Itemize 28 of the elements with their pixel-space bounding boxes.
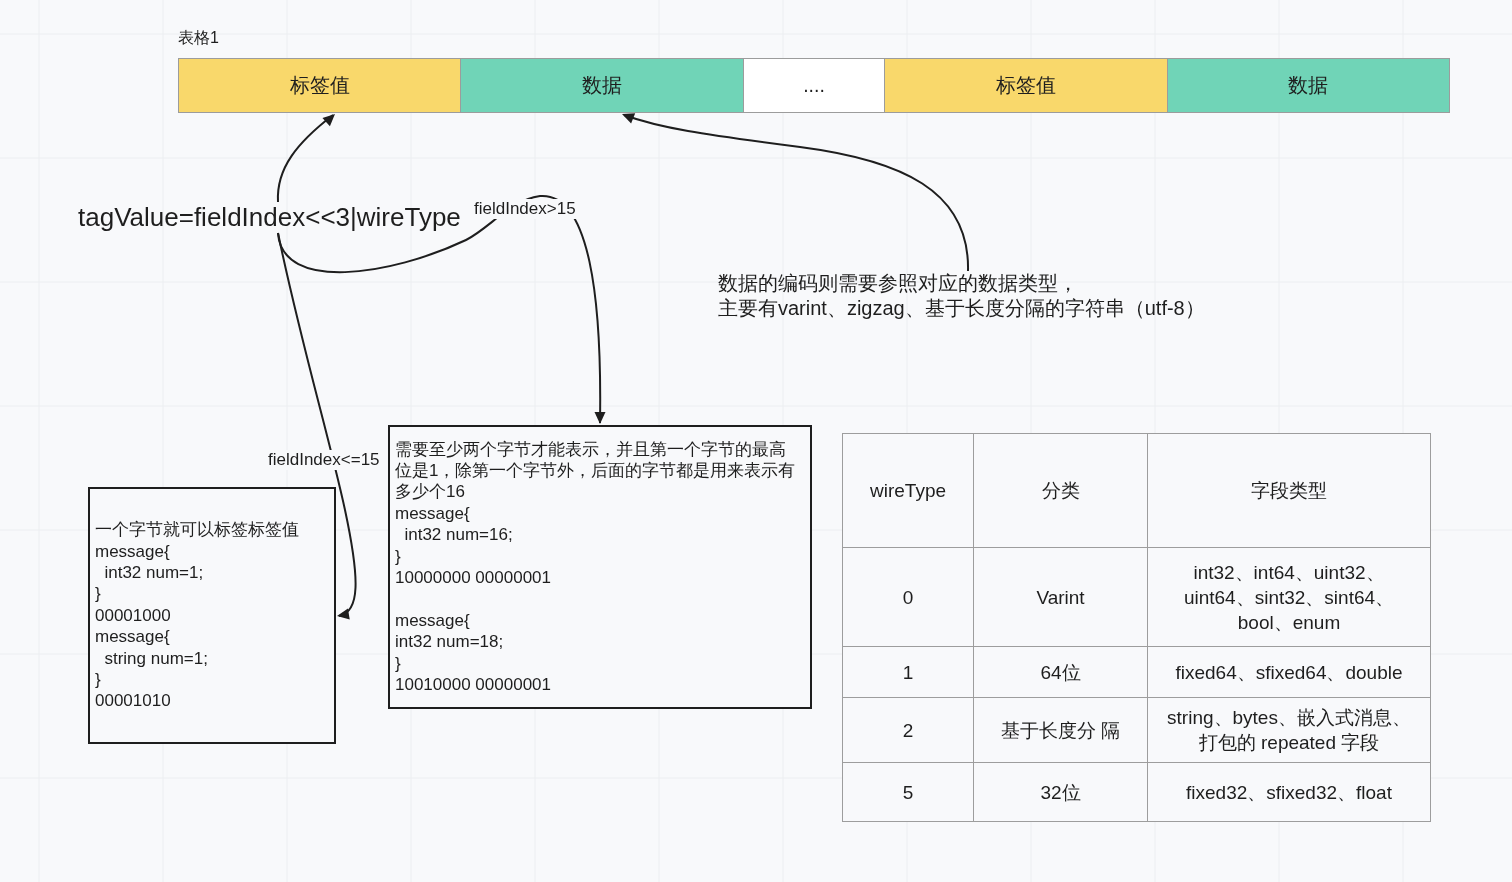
annotation-text: 主要有varint、zigzag、基于长度分隔的字符串（utf-8）	[718, 296, 1205, 321]
table-cell: 5	[843, 763, 974, 822]
bar-segment: 数据	[461, 58, 744, 113]
table-cell: fixed64、sfixed64、double	[1148, 647, 1431, 698]
table-cell: string、bytes、嵌入式消息、打包的 repeated 字段	[1148, 698, 1431, 763]
formula-text: tagValue=fieldIndex<<3|wireType	[78, 202, 461, 232]
note-text: 一个字节就可以标签标签值 message{ int32 num=1; } 00001000 message{ string num=1; } 00001010	[95, 519, 299, 712]
table-cell: 32位	[974, 763, 1148, 822]
table-title: 表格1	[178, 28, 219, 48]
column-header: wireType	[843, 434, 974, 548]
column-header: 分类	[974, 434, 1148, 548]
table-cell: 2	[843, 698, 974, 763]
bar-segment: 标签值	[885, 58, 1168, 113]
connector-label: fieldIndex<=15	[268, 450, 380, 470]
table-cell: 64位	[974, 647, 1148, 698]
table-cell: 1	[843, 647, 974, 698]
table-cell: 基于长度分 隔	[974, 698, 1148, 763]
table-cell: 0	[843, 548, 974, 647]
bar-segment: 标签值	[179, 58, 462, 113]
table-cell: fixed32、sfixed32、float	[1148, 763, 1431, 822]
table-cell: Varint	[974, 548, 1148, 647]
ellipsis-segment: ....	[743, 58, 886, 113]
annotation-text: 数据的编码则需要参照对应的数据类型，	[718, 271, 1079, 296]
table-cell: int32、int64、uint32、uint64、sint32、sint64、bool、enum	[1148, 548, 1431, 647]
column-header: 字段类型	[1148, 434, 1431, 548]
connector-label: fieldIndex>15	[474, 199, 576, 219]
bar-segment: 数据	[1167, 58, 1450, 113]
note-text: 需要至少两个字节才能表示，并且第一个字节的最高位是1，除第一个字节外，后面的字节都是用来表示有多少个16 message{ int32 num=16; } 10000000 00000001 message{ int32 num=18; } 10010000 00000001	[395, 438, 797, 696]
